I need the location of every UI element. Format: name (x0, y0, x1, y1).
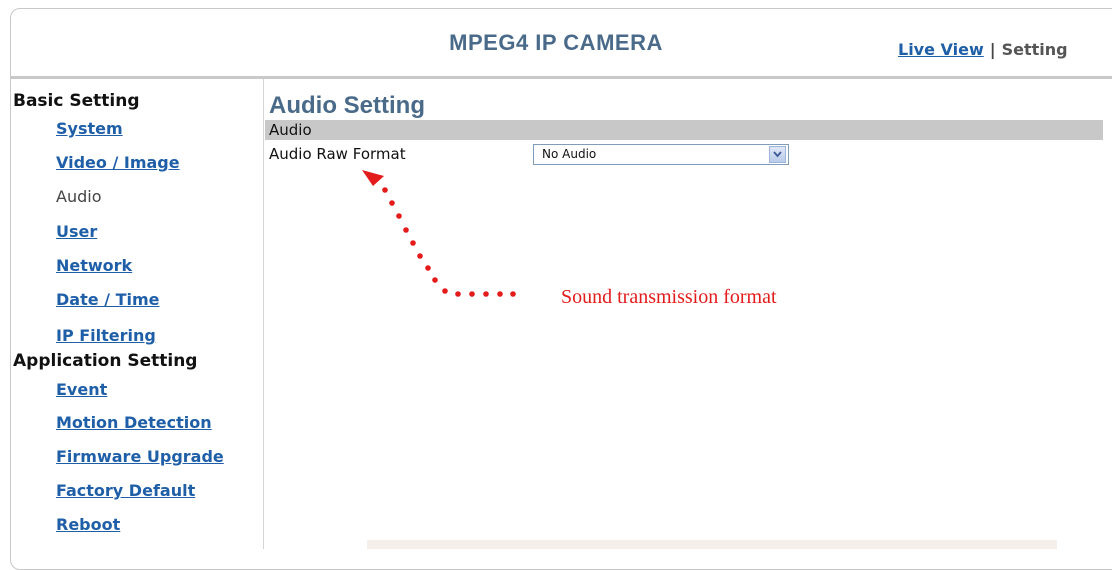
sidebar-item-system[interactable]: System (56, 119, 123, 138)
sidebar-item-motion-detection[interactable]: Motion Detection (56, 413, 212, 432)
sidebar-item-ip-filtering[interactable]: IP Filtering (56, 326, 156, 345)
sidebar-item-video-image[interactable]: Video / Image (56, 153, 180, 172)
top-nav: Live View | Setting (898, 40, 1068, 59)
audio-format-value: No Audio (542, 147, 597, 161)
sidebar-item-factory-default[interactable]: Factory Default (56, 481, 195, 500)
section-header-bar (265, 120, 1103, 140)
audio-format-select[interactable]: No Audio (533, 144, 789, 165)
sidebar-item-reboot[interactable]: Reboot (56, 515, 120, 534)
sidebar (11, 79, 264, 549)
sidebar-group-application: Application Setting (13, 351, 198, 371)
nav-separator: | (989, 40, 996, 59)
live-view-link[interactable]: Live View (898, 40, 984, 59)
footer-strip (367, 540, 1057, 549)
chevron-down-icon[interactable] (769, 146, 786, 163)
audio-format-label: Audio Raw Format (269, 145, 406, 163)
sidebar-item-firmware-upgrade[interactable]: Firmware Upgrade (56, 447, 224, 466)
sidebar-group-basic: Basic Setting (13, 91, 140, 111)
sidebar-item-user[interactable]: User (56, 222, 97, 241)
annotation-label: Sound transmission format (561, 286, 777, 308)
setting-link[interactable]: Setting (1002, 40, 1068, 59)
sidebar-item-audio[interactable]: Audio (56, 187, 101, 206)
sidebar-item-network[interactable]: Network (56, 256, 132, 275)
section-title: Audio (269, 121, 312, 139)
page-title: Audio Setting (269, 92, 425, 119)
sidebar-item-event[interactable]: Event (56, 380, 107, 399)
sidebar-item-date-time[interactable]: Date / Time (56, 290, 159, 309)
